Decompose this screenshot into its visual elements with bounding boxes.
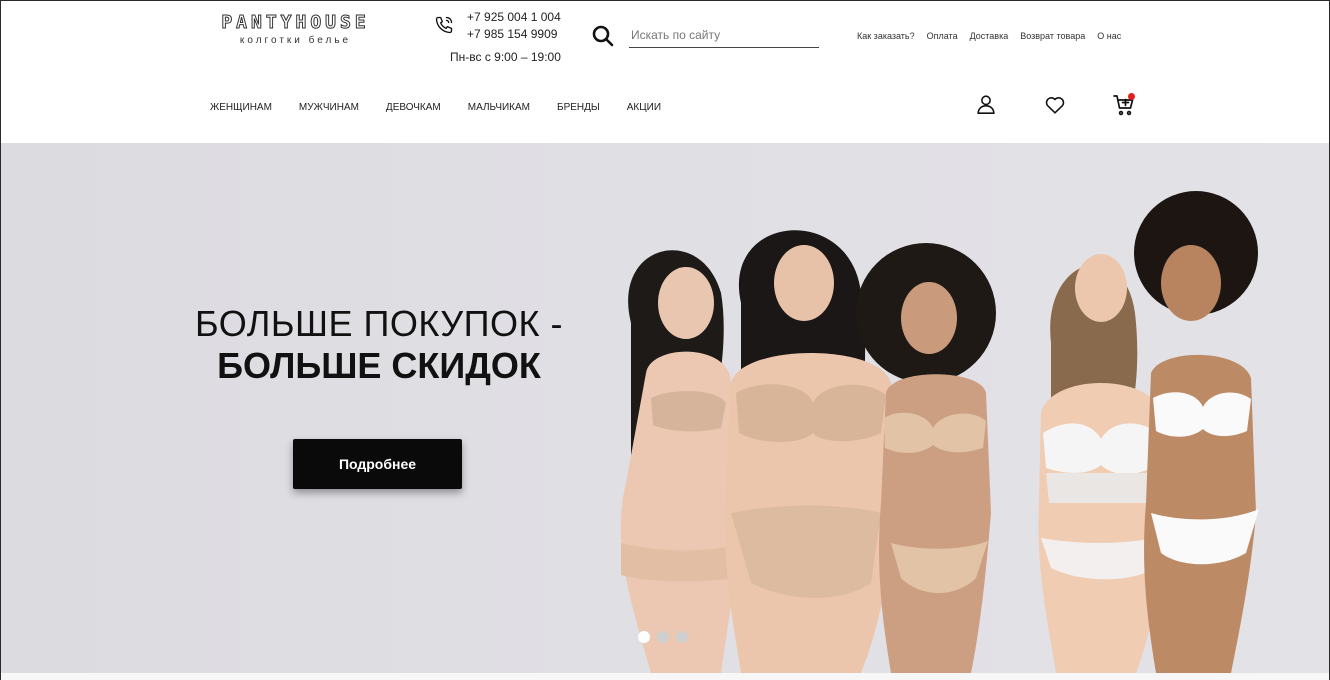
model-4 [1038, 254, 1166, 673]
link-payment[interactable]: Оплата [927, 31, 958, 41]
nav-men[interactable]: МУЖЧИНАМ [299, 102, 359, 113]
site-logo[interactable]: PANTYHOUSE колготки белье [203, 12, 388, 47]
heart-icon[interactable] [1044, 94, 1066, 116]
link-about[interactable]: О нас [1097, 31, 1121, 41]
phone-icon[interactable] [434, 15, 454, 35]
link-how-to-order[interactable]: Как заказать? [857, 31, 915, 41]
model-1 [620, 250, 741, 673]
cart-badge [1128, 93, 1135, 100]
slider-dot-2[interactable] [657, 631, 669, 643]
next-section-edge [1, 673, 1329, 680]
model-5 [1134, 191, 1259, 673]
user-icon[interactable] [975, 93, 997, 115]
info-links: Как заказать? Оплата Доставка Возврат то… [857, 31, 1121, 41]
phone-number-2[interactable]: +7 985 154 9909 [467, 27, 557, 41]
working-hours: Пн-вс с 9:00 – 19:00 [450, 50, 561, 64]
link-returns[interactable]: Возврат товара [1020, 31, 1085, 41]
slider-dot-1[interactable] [638, 631, 650, 643]
nav-brands[interactable]: БРЕНДЫ [557, 102, 600, 113]
hero-models-photo [620, 191, 1259, 673]
more-button[interactable]: Подробнее [293, 439, 462, 489]
hero-banner: БОЛЬШЕ ПОКУПОК - БОЛЬШЕ СКИДОК Подробнее [1, 143, 1329, 673]
nav-boys[interactable]: МАЛЬЧИКАМ [468, 102, 530, 113]
logo-tagline: колготки белье [239, 35, 352, 46]
link-delivery[interactable]: Доставка [970, 31, 1009, 41]
nav-women[interactable]: ЖЕНЩИНАМ [210, 102, 272, 113]
slider-dots [638, 631, 688, 643]
logo-wordmark: PANTYHOUSE [221, 12, 370, 34]
search-input[interactable] [629, 22, 819, 48]
phone-number-1[interactable]: +7 925 004 1 004 [467, 10, 561, 24]
nav-girls[interactable]: ДЕВОЧКАМ [386, 102, 441, 113]
search-icon[interactable] [591, 24, 615, 48]
category-nav: ЖЕНЩИНАМ МУЖЧИНАМ ДЕВОЧКАМ МАЛЬЧИКАМ БРЕ… [210, 102, 688, 113]
nav-sales[interactable]: АКЦИИ [627, 102, 661, 113]
slider-dot-3[interactable] [676, 631, 688, 643]
